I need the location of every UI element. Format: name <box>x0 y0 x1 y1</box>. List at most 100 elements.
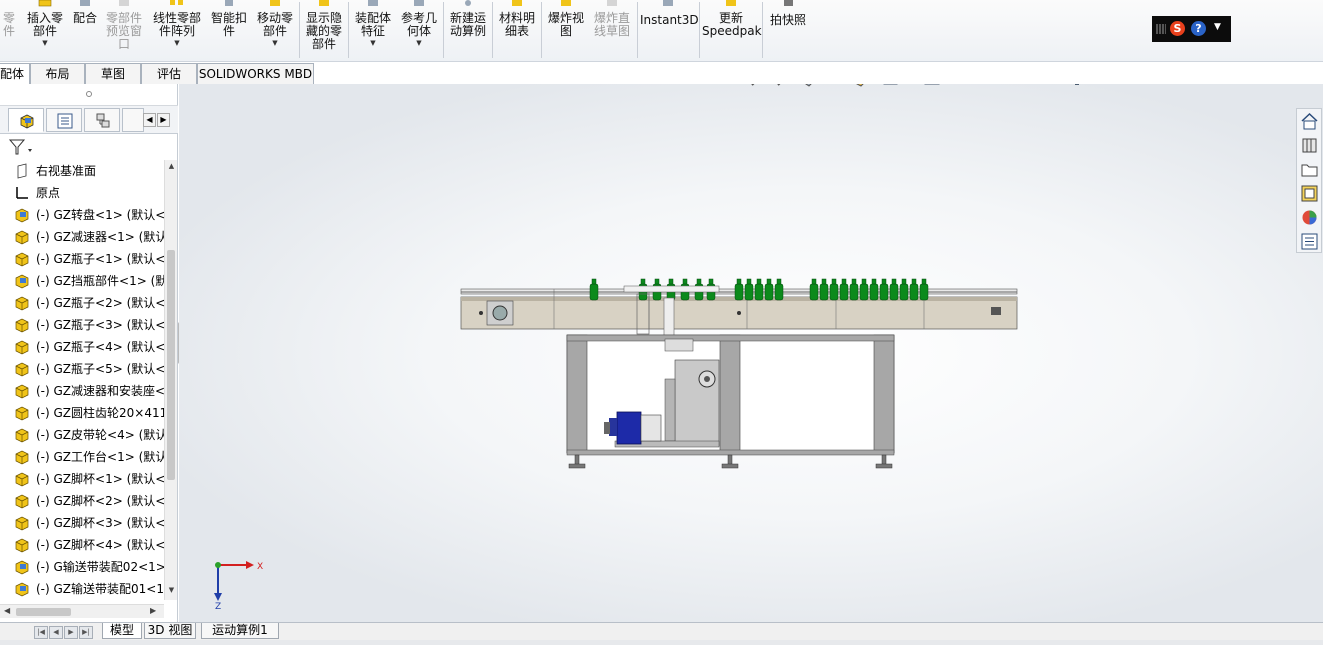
triad-z-label: Z <box>215 602 221 612</box>
smart-fastener-button[interactable]: 智能扣 件 <box>207 0 251 60</box>
filter-icon <box>8 139 32 155</box>
tree-item[interactable]: (-) G输送带装配02<1> <box>0 556 164 578</box>
custom-properties-button[interactable] <box>1299 231 1320 252</box>
tree-item[interactable]: (-) GZ输送带装配01<1: <box>0 578 164 600</box>
insert-component-button[interactable]: 插入零 部件 ▼ <box>22 0 68 60</box>
ime-toolbar[interactable]: S ? ▼ <box>1152 16 1231 42</box>
explode-line-sketch-button[interactable]: 爆炸直 线草图 <box>590 0 634 60</box>
ribbon-separator <box>348 2 349 58</box>
tab-dim-xpert[interactable] <box>122 108 144 132</box>
design-library-button[interactable] <box>1299 135 1320 156</box>
tab-solidworks-mbd[interactable]: SOLIDWORKS MBD <box>197 63 314 84</box>
update-speedpak-button[interactable]: 更新 Speedpak <box>702 0 762 60</box>
next-tab-icon[interactable]: ▶ <box>64 626 78 639</box>
tree-filter-button[interactable] <box>8 137 36 157</box>
zoom-to-area-icon[interactable] <box>777 84 793 86</box>
scroll-thumb[interactable] <box>16 608 71 616</box>
tree-horizontal-scrollbar[interactable]: ◀ ▶ <box>0 604 164 618</box>
tab-sketch[interactable]: 草图 <box>85 63 141 84</box>
tree-item[interactable]: (-) GZ挡瓶部件<1> (默认 <box>0 270 164 292</box>
instant3d-button[interactable]: Instant3D <box>640 0 699 60</box>
scroll-thumb[interactable] <box>167 250 175 480</box>
tab-evaluate[interactable]: 评估 <box>141 63 197 84</box>
view-palette-button[interactable] <box>1299 183 1320 204</box>
tree-item[interactable]: (-) GZ减速器和安装座< <box>0 380 164 402</box>
scroll-left-icon[interactable]: ◀ <box>4 606 10 615</box>
tab-motion-study[interactable]: 运动算例1 <box>201 623 279 639</box>
tree-item[interactable]: (-) GZ瓶子<3> (默认<< <box>0 314 164 336</box>
chevron-down-icon[interactable]: ▼ <box>351 39 395 47</box>
chevron-down-icon[interactable]: ▼ <box>22 39 68 47</box>
mate-button[interactable]: 配合 <box>70 0 100 60</box>
tree-item[interactable]: 原点 <box>0 182 164 204</box>
tab-property-manager[interactable] <box>46 108 82 132</box>
tree-item[interactable]: (-) GZ工作台<1> (默认< <box>0 446 164 468</box>
bill-of-materials-button[interactable]: 材料明 细表 <box>495 0 539 60</box>
scroll-down-icon[interactable]: ▼ <box>165 586 178 598</box>
home-icon <box>1301 112 1318 130</box>
tabs-scroll-right-icon[interactable]: ▶ <box>157 113 170 127</box>
sogou-logo-icon[interactable]: S <box>1170 21 1185 36</box>
tree-item[interactable]: (-) GZ脚杯<2> (默认<< <box>0 490 164 512</box>
help-icon[interactable]: ? <box>1191 21 1206 36</box>
tree-item[interactable]: (-) GZ脚杯<3> (默认<< <box>0 512 164 534</box>
tree-item[interactable]: (-) GZ脚杯<4> (默认<< <box>0 534 164 556</box>
explode-line-sketch-label: 爆炸直 线草图 <box>593 11 630 38</box>
new-motion-study-button[interactable]: 新建运 动算例 <box>446 0 490 60</box>
component-preview-button[interactable]: 零部件 预览窗 口 <box>102 0 146 60</box>
appearances-button[interactable] <box>1299 207 1320 228</box>
ribbon-button-cut-off[interactable]: 零件 <box>0 0 18 60</box>
tree-item[interactable]: (-) GZ减速器<1> (默认< <box>0 226 164 248</box>
dynamic-annotation-icon[interactable] <box>856 84 873 87</box>
tab-configuration-manager[interactable] <box>84 108 120 132</box>
assembly-model[interactable]: ▼ ▼ ▼ ▼ ▼ <box>179 84 1323 622</box>
assembly-icon <box>14 581 30 597</box>
scroll-right-icon[interactable]: ▶ <box>150 606 156 615</box>
assembly-features-button[interactable]: 装配体 特征 ▼ <box>351 0 395 60</box>
take-snapshot-button[interactable]: 拍快照 <box>765 0 811 60</box>
exploded-view-button[interactable]: 爆炸视 图 <box>544 0 588 60</box>
assembly-features-label: 装配体 特征 <box>354 11 391 38</box>
tabs-scroll-left-icon[interactable]: ◀ <box>143 113 156 127</box>
graphics-area[interactable]: ▼ ▼ ▼ ▼ ▼ <box>179 84 1323 622</box>
chevron-down-icon[interactable]: ▼ <box>397 39 441 47</box>
grip-icon[interactable] <box>1156 24 1166 34</box>
last-tab-icon[interactable]: ▶| <box>79 626 93 639</box>
tree-vertical-scrollbar[interactable]: ▲ ▼ <box>164 160 177 600</box>
tree-item-label: 原点 <box>36 186 61 200</box>
file-explorer-button[interactable] <box>1299 159 1320 180</box>
linear-pattern-button[interactable]: 线性零部 件阵列 ▼ <box>150 0 204 60</box>
panel-collapse-handle[interactable] <box>86 91 92 97</box>
triad-x-label: X <box>257 562 263 572</box>
command-manager-tabs: 配体 布局 草图 评估 SOLIDWORKS MBD <box>0 62 1323 84</box>
show-hidden-components-button[interactable]: 显示隐 藏的零 部件 <box>302 0 346 60</box>
tree-item[interactable]: (-) GZ瓶子<1> (默认<< <box>0 248 164 270</box>
tab-model[interactable]: 模型 <box>102 623 142 639</box>
prev-tab-icon[interactable]: ◀ <box>49 626 63 639</box>
tab-layout[interactable]: 布局 <box>30 63 85 84</box>
chevron-down-icon[interactable]: ▼ <box>1214 22 1221 32</box>
first-tab-icon[interactable]: |◀ <box>34 626 48 639</box>
tree-item[interactable]: (-) GZ皮带轮<4> (默认< <box>0 424 164 446</box>
tree-item[interactable]: (-) GZ圆柱齿轮20×411 <box>0 402 164 424</box>
chevron-down-icon[interactable]: ▼ <box>253 39 297 47</box>
smart-fastener-icon <box>225 0 233 6</box>
scroll-up-icon[interactable]: ▲ <box>165 162 178 174</box>
chevron-down-icon[interactable]: ▼ <box>150 39 204 47</box>
tree-item[interactable]: (-) GZ瓶子<4> (默认<< <box>0 336 164 358</box>
zoom-to-fit-icon[interactable] <box>751 84 767 86</box>
tab-assembly[interactable]: 配体 <box>0 63 30 84</box>
tree-item[interactable]: (-) GZ瓶子<2> (默认<< <box>0 292 164 314</box>
move-component-button[interactable]: 移动零 部件 ▼ <box>253 0 297 60</box>
reference-geometry-button[interactable]: 参考几 何体 ▼ <box>397 0 441 60</box>
tree-item[interactable]: (-) GZ瓶子<5> (默认<< <box>0 358 164 380</box>
view-settings-icon[interactable] <box>1069 84 1085 85</box>
tree-item[interactable]: 右视基准面 <box>0 160 164 182</box>
tree-item[interactable]: (-) GZ转盘<1> (默认<默 <box>0 204 164 226</box>
tree-item[interactable]: (-) GZ脚杯<1> (默认<< <box>0 468 164 490</box>
tab-feature-manager[interactable] <box>8 108 44 132</box>
feature-tree-icon <box>20 114 34 129</box>
tab-3d-view[interactable]: 3D 视图 <box>144 623 196 639</box>
previous-view-icon[interactable] <box>805 84 822 87</box>
solidworks-resources-button[interactable] <box>1299 111 1320 132</box>
